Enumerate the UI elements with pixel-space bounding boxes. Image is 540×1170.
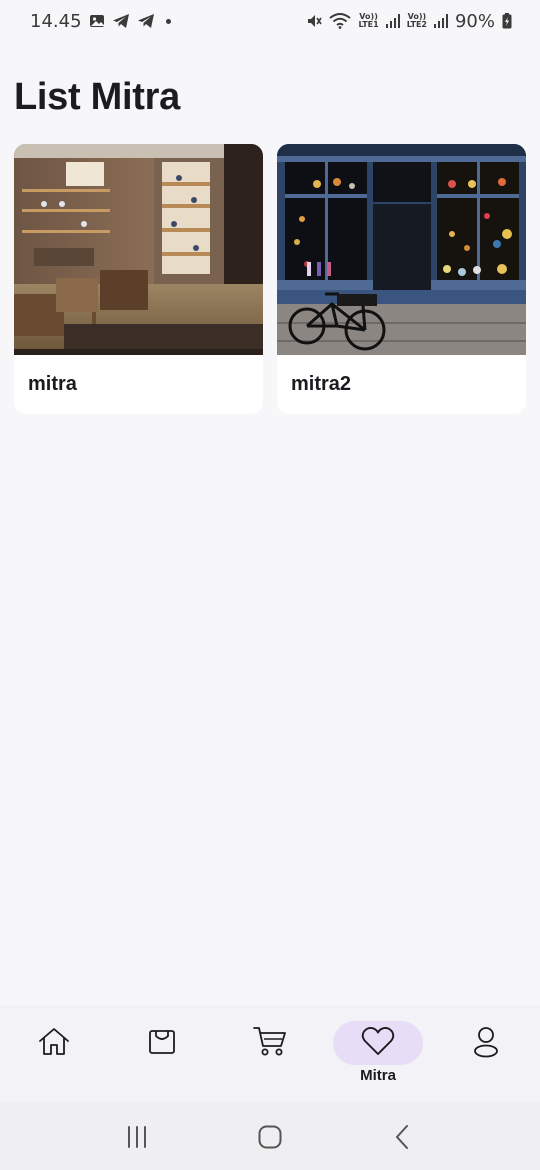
wifi-icon <box>329 13 352 29</box>
profile-icon <box>470 1024 502 1063</box>
mute-icon <box>306 13 323 29</box>
clock: 14.45 <box>30 10 82 32</box>
status-right: Vo)) LTE1 Vo)) LTE2 90% <box>306 11 512 32</box>
nav-mitra-pill <box>333 1021 423 1065</box>
partner-name: mitra <box>28 373 77 395</box>
system-navigation-bar <box>0 1103 540 1170</box>
nav-home[interactable] <box>0 1021 108 1085</box>
back-chevron-icon <box>396 1124 409 1149</box>
nav-cart-pill <box>225 1021 315 1065</box>
nav-home-pill <box>9 1021 99 1065</box>
signal-sim1: Vo)) LTE1 <box>358 12 379 29</box>
shopping-bag-icon <box>146 1025 178 1062</box>
telegram-icon <box>112 13 130 29</box>
cart-icon <box>252 1024 288 1063</box>
nav-cart[interactable] <box>216 1021 324 1085</box>
signal-bars-icon <box>433 14 448 28</box>
nav-mitra[interactable]: Mitra <box>324 1021 432 1085</box>
partner-image <box>277 144 526 355</box>
partner-name: mitra2 <box>291 373 352 395</box>
signal-sim2: Vo)) LTE2 <box>406 12 427 29</box>
nav-profile-pill <box>441 1021 531 1065</box>
home-button[interactable] <box>240 1117 300 1157</box>
partner-grid: mitra mitra2 <box>14 144 526 414</box>
partner-card[interactable]: mitra <box>14 144 263 414</box>
home-icon <box>36 1025 72 1062</box>
battery-level: 90% <box>454 10 495 32</box>
gallery-icon <box>89 13 105 29</box>
heart-icon <box>360 1025 396 1062</box>
nav-shop-pill <box>117 1021 207 1065</box>
telegram-icon <box>137 13 155 29</box>
more-notifications-dot <box>165 18 171 24</box>
bottom-navigation: Mitra <box>0 1005 540 1103</box>
battery-charging-icon <box>502 13 512 29</box>
nav-profile[interactable] <box>432 1021 540 1085</box>
status-bar: 14.45 Vo)) LTE1 Vo)) LTE2 90% <box>0 0 540 42</box>
back-button[interactable] <box>373 1117 433 1157</box>
signal-bars-icon <box>385 14 400 28</box>
recent-apps-button[interactable] <box>107 1117 167 1157</box>
recent-apps-icon <box>127 1125 146 1148</box>
page-title: List Mitra <box>14 76 180 118</box>
nav-mitra-label: Mitra <box>360 1067 396 1084</box>
partner-image <box>14 144 263 355</box>
partner-card[interactable]: mitra2 <box>277 144 526 414</box>
status-left: 14.45 <box>30 11 171 32</box>
home-circle-icon <box>258 1125 282 1148</box>
nav-shop[interactable] <box>108 1021 216 1085</box>
